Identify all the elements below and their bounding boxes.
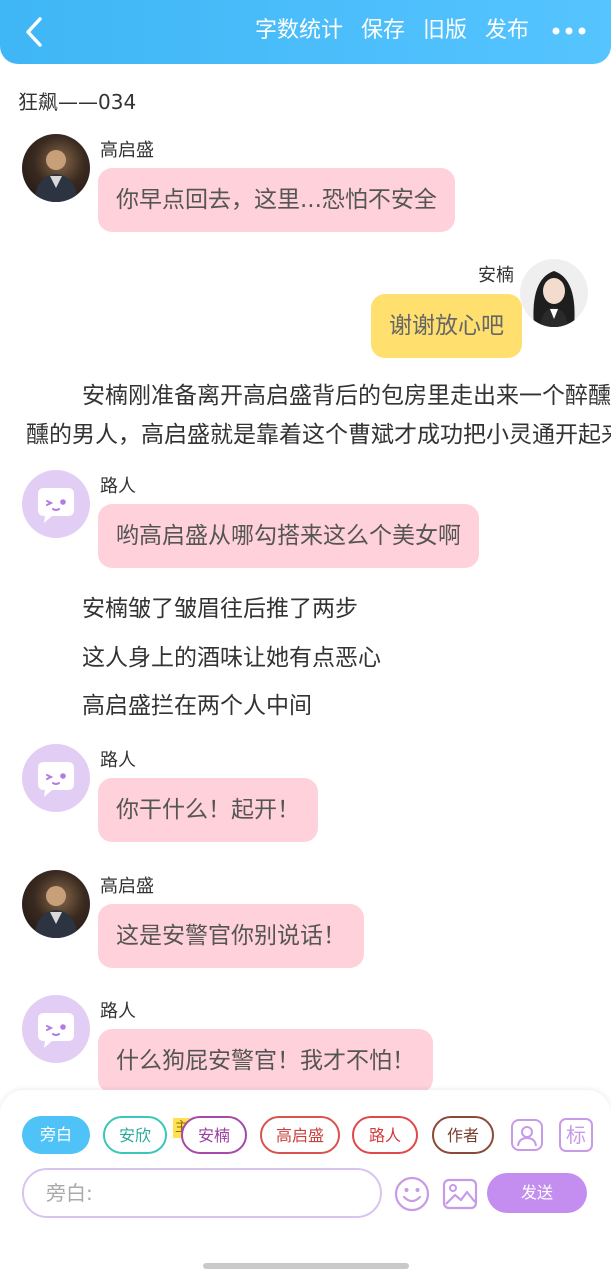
- back-button[interactable]: [14, 12, 54, 52]
- avatar-passerby[interactable]: [22, 744, 90, 812]
- chapter-title: 狂飙——034: [18, 90, 137, 114]
- narration-text[interactable]: 这人身上的酒味让她有点恶心: [82, 638, 381, 672]
- save-button[interactable]: 保存: [361, 16, 405, 46]
- narration-text[interactable]: 高启盛拦在两个人中间: [82, 686, 312, 720]
- publish-button[interactable]: 发布: [485, 16, 529, 46]
- narration-text[interactable]: 安楠皱了皱眉往后推了两步: [82, 589, 358, 623]
- message-bubble[interactable]: 哟高启盛从哪勾搭来这么个美女啊: [98, 504, 479, 568]
- chat-face-icon: [38, 488, 74, 523]
- smiley-icon: [394, 1176, 430, 1212]
- person-photo-icon: [533, 271, 575, 327]
- message-bubble[interactable]: 你干什么！起开！: [98, 778, 318, 842]
- avatar-gaoqisheng[interactable]: [22, 870, 90, 938]
- word-count-button[interactable]: 字数统计: [255, 16, 343, 46]
- top-bar: 字数统计 保存 旧版 发布: [0, 0, 611, 64]
- image-icon: [442, 1178, 478, 1210]
- narration-text[interactable]: 安楠刚准备离开高启盛背后的包房里走出来一个醉醺: [82, 376, 611, 410]
- message-bubble[interactable]: 什么狗屁安警官！我才不怕！: [98, 1029, 433, 1093]
- avatar-annan[interactable]: [520, 259, 588, 327]
- role-chip-gaoqisheng[interactable]: 高启盛: [260, 1116, 340, 1154]
- message-input[interactable]: 旁白:: [22, 1168, 382, 1218]
- old-version-button[interactable]: 旧版: [423, 16, 467, 46]
- home-indicator: [203, 1263, 409, 1269]
- avatar-gaoqisheng[interactable]: [22, 134, 90, 202]
- person-photo-icon: [34, 150, 78, 202]
- user-card-icon: [511, 1119, 543, 1151]
- role-chip-passerby[interactable]: 路人: [352, 1116, 418, 1154]
- role-chip-author[interactable]: 作者: [432, 1116, 494, 1154]
- sender-name: 路人: [100, 1001, 136, 1022]
- role-chip-narrator[interactable]: 旁白: [22, 1116, 90, 1154]
- chevron-left-icon: [26, 17, 42, 47]
- more-button[interactable]: [547, 16, 591, 46]
- message-bubble[interactable]: 谢谢放心吧: [371, 294, 522, 358]
- chat-face-icon: [38, 1013, 74, 1048]
- sender-name: 路人: [100, 476, 136, 497]
- image-button[interactable]: [442, 1176, 478, 1210]
- send-button[interactable]: 发送: [487, 1173, 587, 1213]
- message-bubble[interactable]: 你早点回去，这里...恐怕不安全: [98, 168, 455, 232]
- sender-name: 路人: [100, 750, 136, 771]
- person-photo-icon: [34, 886, 78, 938]
- add-role-button[interactable]: [510, 1118, 544, 1152]
- sender-name: 高启盛: [100, 140, 154, 161]
- narration-text[interactable]: 醺的男人，高启盛就是靠着这个曹斌才成功把小灵通开起来: [26, 415, 611, 449]
- more-dots-icon: [552, 27, 586, 35]
- role-chip-anxin[interactable]: 安欣: [103, 1116, 167, 1154]
- role-chip-annan[interactable]: 安楠: [181, 1116, 247, 1154]
- emoji-button[interactable]: [394, 1176, 430, 1212]
- sender-name: 高启盛: [100, 876, 154, 897]
- mark-button[interactable]: 标: [559, 1118, 593, 1152]
- chat-face-icon: [38, 762, 74, 797]
- avatar-passerby[interactable]: [22, 995, 90, 1063]
- sender-name: 安楠: [478, 265, 514, 286]
- avatar-passerby[interactable]: [22, 470, 90, 538]
- message-bubble[interactable]: 这是安警官你别说话！: [98, 904, 364, 968]
